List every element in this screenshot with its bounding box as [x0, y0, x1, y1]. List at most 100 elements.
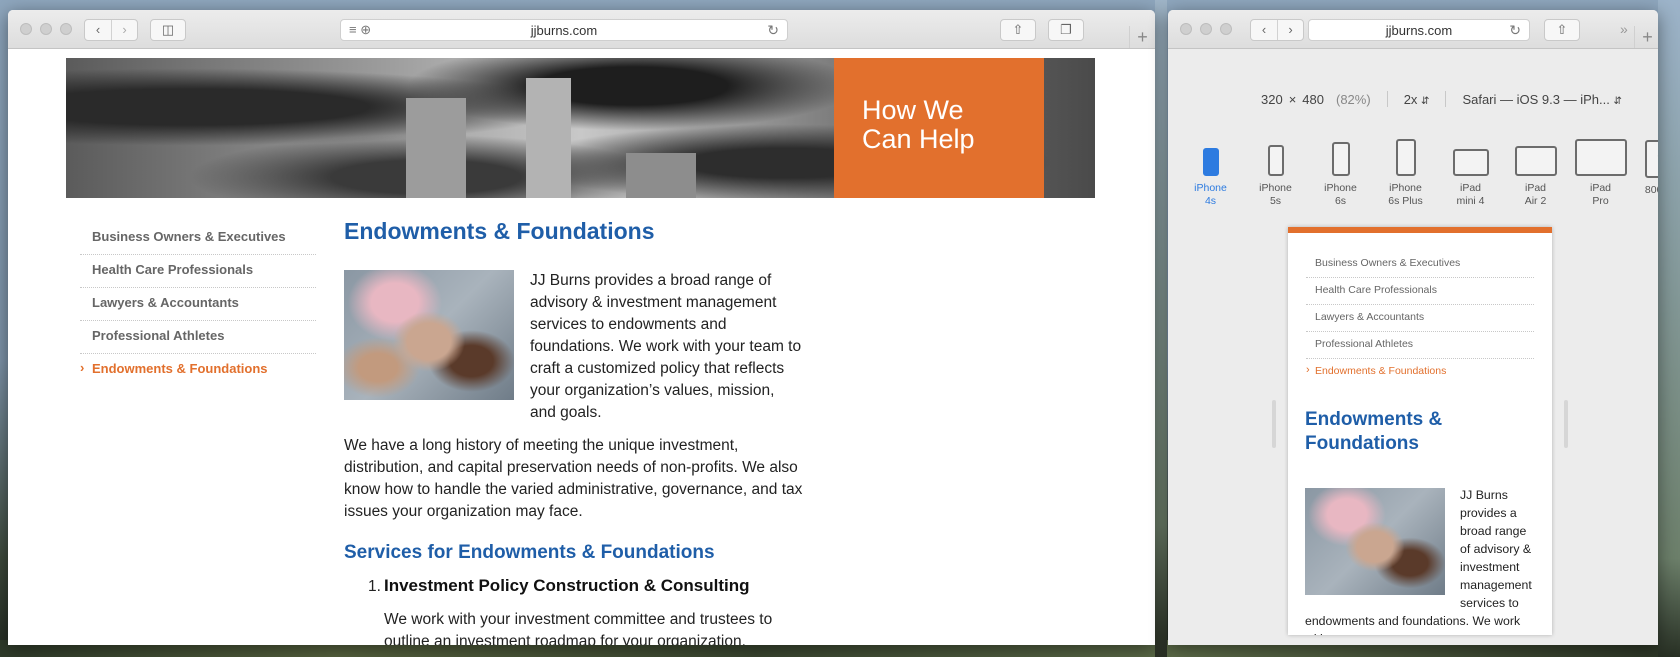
share-button[interactable]: ⇧	[1000, 19, 1036, 41]
device-ipad-pro[interactable]: iPad Pro	[1568, 134, 1633, 208]
forward-icon[interactable]: ›	[111, 20, 137, 40]
device-viewport-preview[interactable]: Business Owners & Executives Health Care…	[1288, 227, 1552, 635]
close-window-button[interactable]	[20, 23, 32, 35]
page-content: How We Can Help Business Owners & Execut…	[8, 49, 1155, 645]
minimize-window-button[interactable]	[40, 23, 52, 35]
reader-icon[interactable]: ≡ ⊕	[349, 22, 371, 38]
viewport-width[interactable]: 320	[1261, 92, 1283, 107]
chevron-right-icon: ›	[1306, 364, 1310, 376]
hands-together-photo	[1305, 488, 1445, 595]
sidebar-item-endowments[interactable]: › Endowments & Foundations	[80, 354, 316, 387]
user-agent-value: Safari — iOS 9.3 — iPh...	[1462, 91, 1610, 107]
pixel-ratio-value: 2x	[1403, 91, 1418, 107]
back-forward-buttons: ‹ ›	[84, 19, 138, 41]
device-label: 6s Plus	[1388, 195, 1423, 207]
forward-icon[interactable]: ›	[1277, 20, 1303, 40]
divider	[1445, 91, 1447, 107]
sidebar-item-athletes[interactable]: Professional Athletes	[1306, 332, 1534, 359]
back-forward-buttons: ‹ ›	[1250, 19, 1304, 41]
sidebar-item-business-owners[interactable]: Business Owners & Executives	[1306, 251, 1534, 278]
dimension-separator: ×	[1288, 91, 1297, 107]
address-bar[interactable]: ≡ ⊕ jjburns.com ↻	[340, 19, 788, 41]
device-label: 6s	[1334, 195, 1347, 207]
browser-toolbar: ‹ › jjburns.com ↻ ⇧ » +	[1168, 10, 1658, 49]
address-bar[interactable]: jjburns.com ↻	[1308, 19, 1530, 41]
service-text: We work with your investment committee a…	[384, 611, 773, 645]
sidebar-toggle-button[interactable]: ◫	[150, 19, 186, 41]
page-title: Endowments & Foundations	[1305, 409, 1443, 454]
services-list: 1. Investment Policy Construction & Cons…	[344, 576, 804, 645]
service-item: 1. Investment Policy Construction & Cons…	[344, 576, 804, 645]
hero-title-box: How We Can Help	[834, 58, 1044, 198]
sidebar-item-lawyers[interactable]: Lawyers & Accountants	[80, 288, 316, 321]
device-label: iPhone	[1259, 182, 1292, 194]
new-tab-button[interactable]: +	[1129, 26, 1155, 48]
compass-icon: ✯	[1644, 140, 1658, 178]
hero-title-line1: How We	[862, 95, 964, 125]
device-label: iPad	[1589, 182, 1611, 194]
url-text: jjburns.com	[1385, 22, 1453, 38]
share-button[interactable]: ⇧	[1544, 19, 1580, 41]
new-tab-button[interactable]: +	[1634, 26, 1658, 48]
viewport-zoom: (82%)	[1336, 91, 1371, 107]
reload-icon[interactable]: ↻	[767, 22, 779, 39]
url-text: jjburns.com	[530, 22, 598, 38]
device-label: iPhone	[1389, 182, 1422, 194]
sidebar-item-label: Endowments & Foundations	[92, 361, 268, 376]
device-label: 4s	[1204, 195, 1217, 207]
pixel-ratio-select[interactable]: 2x ⇵	[1404, 92, 1430, 107]
sidebar-item-health-care[interactable]: Health Care Professionals	[1306, 278, 1534, 305]
page-title: Endowments & Foundations	[344, 218, 655, 244]
close-window-button[interactable]	[1180, 23, 1192, 35]
sidebar-item-business-owners[interactable]: Business Owners & Executives	[80, 222, 316, 255]
service-title: Investment Policy Construction & Consult…	[384, 576, 750, 595]
desktop-background-gap	[1155, 0, 1167, 657]
resize-handle-left[interactable]	[1272, 400, 1276, 448]
services-heading: Services for Endowments & Foundations	[344, 542, 715, 563]
device-label: iPhone	[1324, 182, 1357, 194]
ipad-icon	[1574, 139, 1627, 176]
history-paragraph: We have a long history of meeting the un…	[344, 437, 803, 520]
iphone-icon	[1395, 139, 1416, 176]
intro-paragraph: JJ Burns provides a broad range of advis…	[1305, 486, 1533, 635]
user-agent-select[interactable]: Safari — iOS 9.3 — iPh... ⇵	[1462, 92, 1621, 107]
back-icon[interactable]: ‹	[1251, 20, 1277, 40]
overflow-chevron-icon[interactable]: »	[1620, 21, 1628, 37]
back-icon[interactable]: ‹	[85, 20, 111, 40]
device-desktop-custom[interactable]: ✯ 800 × 60	[1633, 134, 1658, 208]
sidebar-item-lawyers[interactable]: Lawyers & Accountants	[1306, 305, 1534, 332]
device-iphone-6s-plus[interactable]: iPhone 6s Plus	[1373, 134, 1438, 208]
device-ipad-air-2[interactable]: iPad Air 2	[1503, 134, 1568, 208]
device-label: iPad	[1459, 182, 1481, 194]
hero-banner: How We Can Help	[66, 58, 1095, 198]
plus-icon: +	[1642, 27, 1653, 47]
device-iphone-5s[interactable]: iPhone 5s	[1243, 134, 1308, 208]
article: Endowments & Foundations JJ Burns provid…	[344, 218, 804, 645]
resize-handle-right[interactable]	[1564, 400, 1568, 448]
zoom-window-button[interactable]	[1220, 23, 1232, 35]
device-iphone-6s[interactable]: iPhone 6s	[1308, 134, 1373, 208]
hero-title-line2: Can Help	[862, 124, 975, 154]
sidebar-item-athletes[interactable]: Professional Athletes	[80, 321, 316, 354]
device-iphone-4s[interactable]: iPhone 4s	[1178, 134, 1243, 208]
iphone-icon	[1202, 148, 1219, 176]
window-controls	[20, 23, 72, 35]
viewport-height[interactable]: 480	[1302, 92, 1324, 107]
share-icon: ⇧	[1556, 22, 1568, 37]
tabs-icon: ❐	[1060, 22, 1072, 37]
divider	[1386, 91, 1388, 107]
device-ipad-mini-4[interactable]: iPad mini 4	[1438, 134, 1503, 208]
minimize-window-button[interactable]	[1200, 23, 1212, 35]
zoom-window-button[interactable]	[60, 23, 72, 35]
reload-icon[interactable]: ↻	[1509, 22, 1521, 39]
device-picker: iPhone 4s iPhone 5s iPhone 6s iPhone 6s …	[1178, 134, 1658, 208]
hands-together-photo	[344, 270, 514, 400]
ipad-icon	[1514, 146, 1557, 176]
browser-toolbar: ‹ › ◫ ≡ ⊕ jjburns.com ↻ ⇧ ❐ +	[8, 10, 1155, 49]
sidebar-item-health-care[interactable]: Health Care Professionals	[80, 255, 316, 288]
sidebar-item-endowments[interactable]: › Endowments & Foundations	[1306, 359, 1534, 386]
iphone-icon	[1331, 142, 1350, 176]
tabs-overview-button[interactable]: ❐	[1048, 19, 1084, 41]
service-number: 1.	[368, 578, 381, 595]
plus-icon: +	[1137, 27, 1148, 47]
